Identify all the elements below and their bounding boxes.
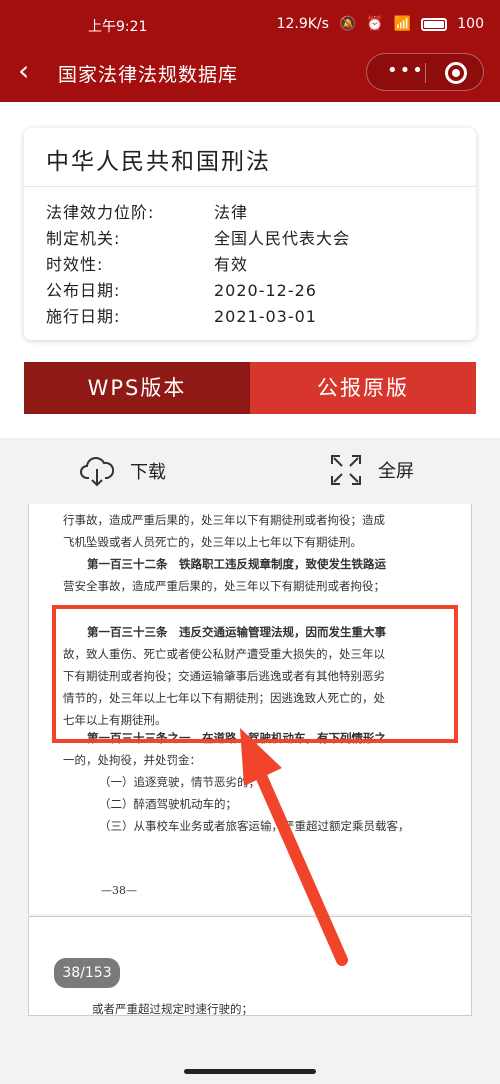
annotation-arrow xyxy=(240,728,348,966)
home-indicator xyxy=(184,1069,316,1074)
